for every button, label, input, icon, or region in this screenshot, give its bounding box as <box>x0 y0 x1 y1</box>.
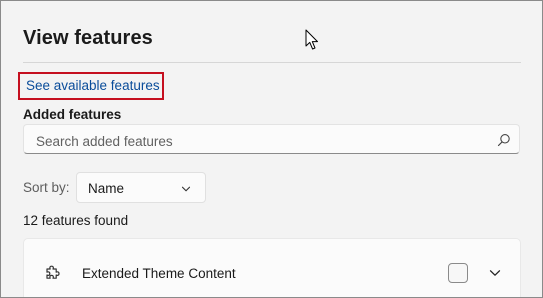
page-title: View features <box>23 27 153 49</box>
search-icon[interactable] <box>497 133 511 147</box>
sort-by-label: Sort by: <box>23 180 70 195</box>
highlight-box: See available features <box>18 72 164 100</box>
sort-selected-value: Name <box>88 181 125 196</box>
feature-checkbox[interactable] <box>448 263 468 283</box>
search-input[interactable] <box>34 131 488 151</box>
feature-name: Extended Theme Content <box>82 266 236 281</box>
sort-dropdown[interactable]: Name <box>76 172 206 203</box>
feature-card[interactable]: Extended Theme Content <box>23 238 521 297</box>
features-count: 12 features found <box>23 213 129 228</box>
title-divider <box>23 62 521 63</box>
chevron-down-icon <box>181 186 191 192</box>
mouse-pointer-icon <box>305 29 318 50</box>
settings-window: View features See available features Add… <box>0 0 543 298</box>
added-features-label: Added features <box>23 107 122 122</box>
search-box[interactable] <box>23 124 520 154</box>
chevron-down-icon[interactable] <box>488 266 502 280</box>
see-available-features-link[interactable]: See available features <box>26 78 160 93</box>
puzzle-icon <box>46 265 60 279</box>
